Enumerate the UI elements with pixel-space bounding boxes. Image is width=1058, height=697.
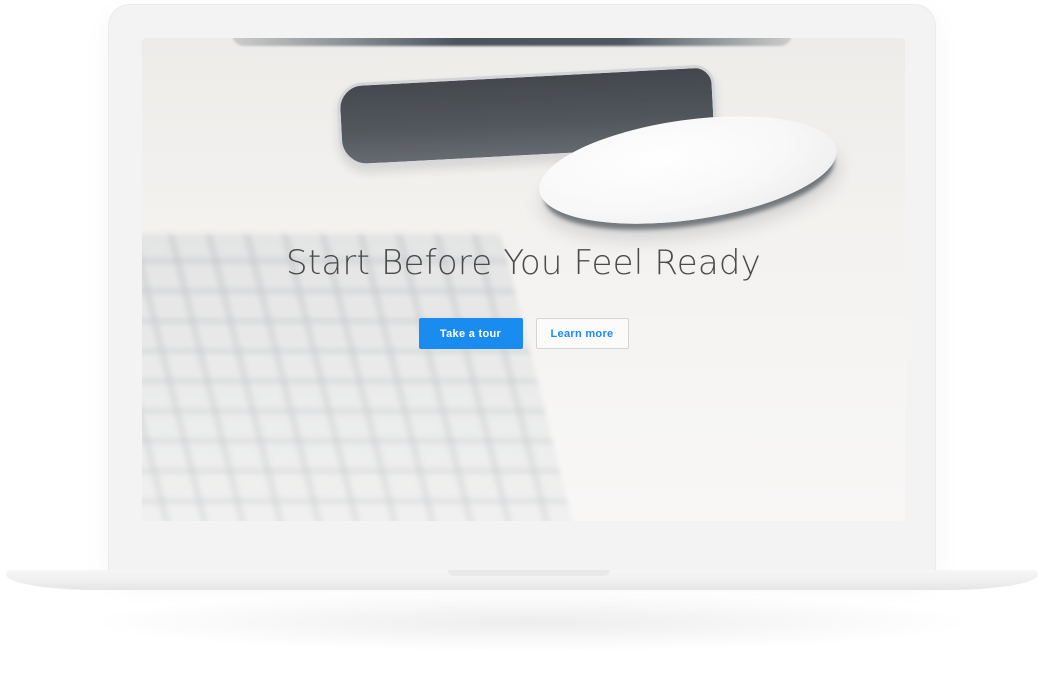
laptop-notch <box>448 570 610 576</box>
laptop-shadow <box>80 592 980 652</box>
hero-actions: Take a tour Learn more <box>142 318 905 349</box>
learn-more-button[interactable]: Learn more <box>535 318 629 349</box>
hero-title: Start Before You Feel Ready <box>286 243 761 283</box>
take-a-tour-button[interactable]: Take a tour <box>418 318 523 349</box>
laptop-screen: Start Before You Feel Ready Take a tour … <box>142 38 905 521</box>
laptop-mockup: Start Before You Feel Ready Take a tour … <box>0 0 1058 697</box>
